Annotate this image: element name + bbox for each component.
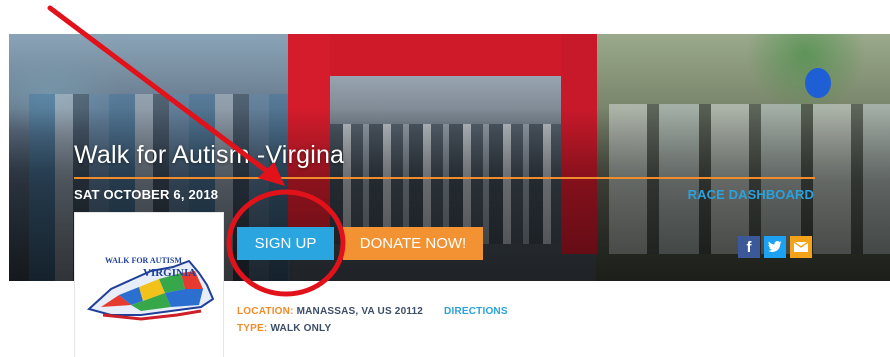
title-divider [74,177,815,179]
email-icon[interactable] [790,236,812,258]
walk-for-autism-virginia-logo: WALK FOR AUTISM VIRGINIA [86,256,215,321]
location-value: MANASSAS, VA US 20112 [296,306,424,317]
location-row: LOCATION: MANASSAS, VA US 20112 DIRECTIO… [237,306,508,317]
social-share: f [738,236,812,258]
type-value: WALK ONLY [270,323,332,334]
event-logo-card: WALK FOR AUTISM VIRGINIA [74,212,224,357]
type-label: TYPE: [237,323,268,334]
facebook-icon[interactable]: f [738,236,760,258]
location-label: LOCATION: [237,306,294,317]
donate-now-button[interactable]: DONATE NOW! [343,227,483,260]
sign-up-button[interactable]: SIGN UP [237,227,334,260]
logo-line1: WALK FOR AUTISM [105,256,182,265]
twitter-icon[interactable] [764,236,786,258]
race-dashboard-link[interactable]: RACE DASHBOARD [688,187,814,202]
event-date: SAT OCTOBER 6, 2018 [74,187,219,202]
directions-link[interactable]: DIRECTIONS [444,306,508,317]
logo-line2: VIRGINIA [143,267,196,279]
type-row: TYPE: WALK ONLY [237,323,331,334]
event-title: Walk for Autism -Virgina [74,141,345,169]
